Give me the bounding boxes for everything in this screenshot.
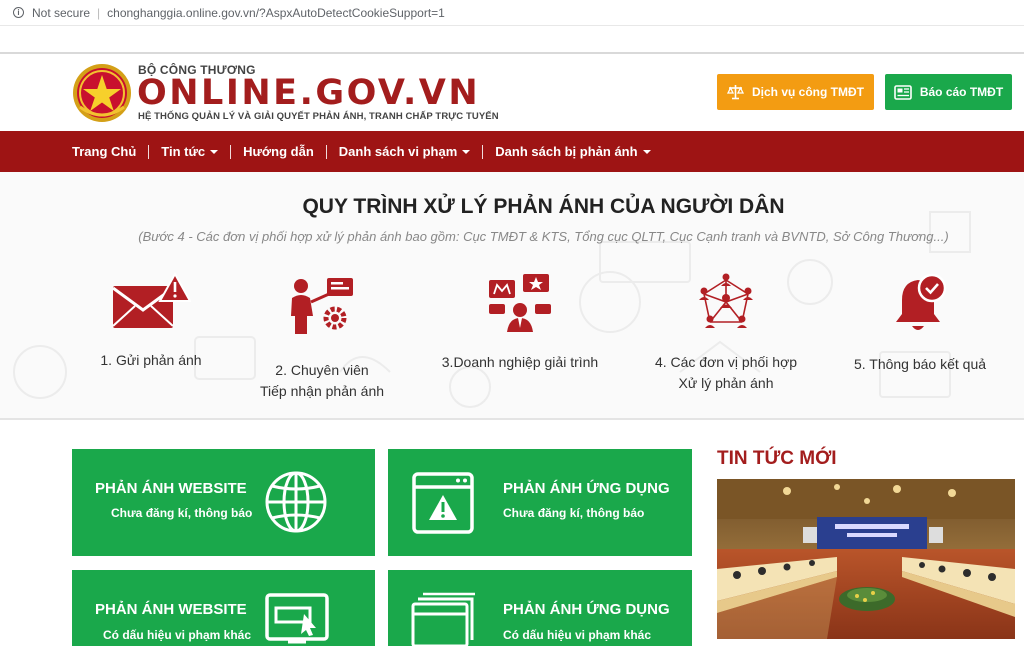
nav-label: Tin tức (161, 144, 206, 159)
report-label: Báo cáo TMĐT (919, 85, 1004, 99)
main-nav: Trang Chủ Tin tức Hướng dẫn Danh sách vi… (0, 131, 1024, 172)
process-section: QUY TRÌNH XỬ LÝ PHẢN ÁNH CỦA NGƯỜI DÂN (… (0, 172, 1024, 420)
envelope-warning-icon (112, 272, 191, 328)
report-website-unregistered-card[interactable]: PHẢN ÁNH WEBSITE Chưa đăng kí, thông báo (72, 449, 375, 556)
step-label: Tiếp nhận phản ánh (259, 383, 385, 399)
nav-item-guide[interactable]: Hướng dẫn (243, 144, 314, 159)
card-subtitle: Chưa đăng kí, thông báo (503, 506, 645, 520)
bell-check-icon (896, 273, 947, 330)
nav-divider (230, 144, 232, 159)
newspaper-icon (894, 84, 912, 100)
process-step-1: 1. Gửi phản ánh (51, 272, 251, 371)
report-button[interactable]: Báo cáo TMĐT (885, 74, 1012, 110)
report-website-violation-card[interactable]: PHẢN ÁNH WEBSITE Có dấu hiệu vi phạm khá… (72, 570, 375, 646)
process-step-5: 5. Thông báo kết quả (820, 272, 1020, 375)
browser-address-bar[interactable]: i Not secure | chonghanggia.online.gov.v… (0, 0, 1024, 26)
network-people-icon (699, 273, 753, 328)
specialist-gear-icon (291, 278, 353, 334)
card-subtitle: Có dấu hiệu vi phạm khác (103, 628, 252, 642)
site-tagline: HỆ THỐNG QUẢN LÝ VÀ GIẢI QUYẾT PHẢN ÁNH,… (138, 111, 499, 122)
globe-icon (265, 471, 327, 533)
caret-down-icon (210, 149, 219, 154)
card-title: PHẢN ÁNH WEBSITE (95, 480, 247, 497)
public-service-label: Dịch vụ công TMĐT (752, 85, 864, 99)
app-windows-icon (411, 592, 475, 646)
nav-label: Danh sách vi phạm (338, 144, 458, 159)
nav-item-violations[interactable]: Danh sách vi phạm (338, 144, 471, 159)
info-icon[interactable]: i (13, 7, 24, 18)
caret-down-icon (462, 149, 471, 154)
nav-label: Hướng dẫn (243, 144, 314, 159)
process-step-4: 4. Các đơn vị phối hợp Xử lý phản ánh (626, 272, 826, 394)
business-explain-icon (489, 274, 551, 332)
card-subtitle: Chưa đăng kí, thông báo (111, 506, 253, 520)
step-label: 4. Các đơn vị phối hợp (654, 354, 798, 370)
nav-item-news[interactable]: Tin tức (161, 144, 219, 159)
nav-label: Danh sách bị phản ánh (495, 144, 638, 159)
nav-divider (148, 144, 150, 159)
nav-label: Trang Chủ (72, 144, 137, 159)
app-warning-icon (412, 472, 474, 534)
site-header: BỘ CÔNG THƯƠNG ONLINE.GOV.VN HỆ THỐNG QU… (0, 56, 1024, 131)
report-app-violation-card[interactable]: PHẢN ÁNH ỨNG DỤNG Có dấu hiệu vi phạm kh… (388, 570, 692, 646)
process-step-3: 3.Doanh nghiệp giải trình (420, 272, 620, 373)
process-subtitle: (Bước 4 - Các đơn vị phối hợp xử lý phản… (138, 229, 949, 244)
nav-item-reported[interactable]: Danh sách bị phản ánh (495, 144, 651, 159)
site-logo-text[interactable]: ONLINE.GOV.VN (137, 73, 480, 113)
browser-toolbar-strip (0, 26, 1024, 54)
card-title: PHẢN ÁNH ỨNG DỤNG (503, 480, 670, 497)
report-app-unregistered-card[interactable]: PHẢN ÁNH ỨNG DỤNG Chưa đăng kí, thông bá… (388, 449, 692, 556)
scales-icon (727, 85, 744, 100)
card-subtitle: Có dấu hiệu vi phạm khác (503, 628, 652, 642)
nav-item-home[interactable]: Trang Chủ (72, 144, 136, 159)
address-separator: | (97, 5, 101, 20)
security-label: Not secure (32, 5, 91, 20)
process-step-2: 2. Chuyên viên Tiếp nhận phản ánh (222, 272, 422, 402)
national-emblem-icon[interactable] (72, 63, 132, 123)
process-title: QUY TRÌNH XỬ LÝ PHẢN ÁNH CỦA NGƯỜI DÂN (302, 195, 785, 218)
nav-divider (482, 144, 484, 159)
step-label: 1. Gửi phản ánh (100, 352, 202, 368)
step-label: 2. Chuyên viên (275, 362, 369, 378)
step-label: 3.Doanh nghiệp giải trình (441, 354, 599, 370)
url-text[interactable]: chonghanggia.online.gov.vn/?AspxAutoDete… (107, 6, 445, 20)
caret-down-icon (642, 149, 651, 154)
step-label: Xử lý phản ánh (678, 375, 774, 391)
step-label: 5. Thông báo kết quả (853, 356, 987, 372)
public-service-button[interactable]: Dịch vụ công TMĐT (717, 74, 874, 110)
card-title: PHẢN ÁNH WEBSITE (95, 601, 247, 618)
conference-photo-icon (717, 479, 1015, 639)
news-heading: TIN TỨC MỚI (717, 448, 837, 469)
nav-divider (325, 144, 327, 159)
news-featured-image[interactable] (717, 479, 1015, 639)
browser-cursor-icon (265, 593, 329, 644)
card-title: PHẢN ÁNH ỨNG DỤNG (503, 601, 670, 618)
